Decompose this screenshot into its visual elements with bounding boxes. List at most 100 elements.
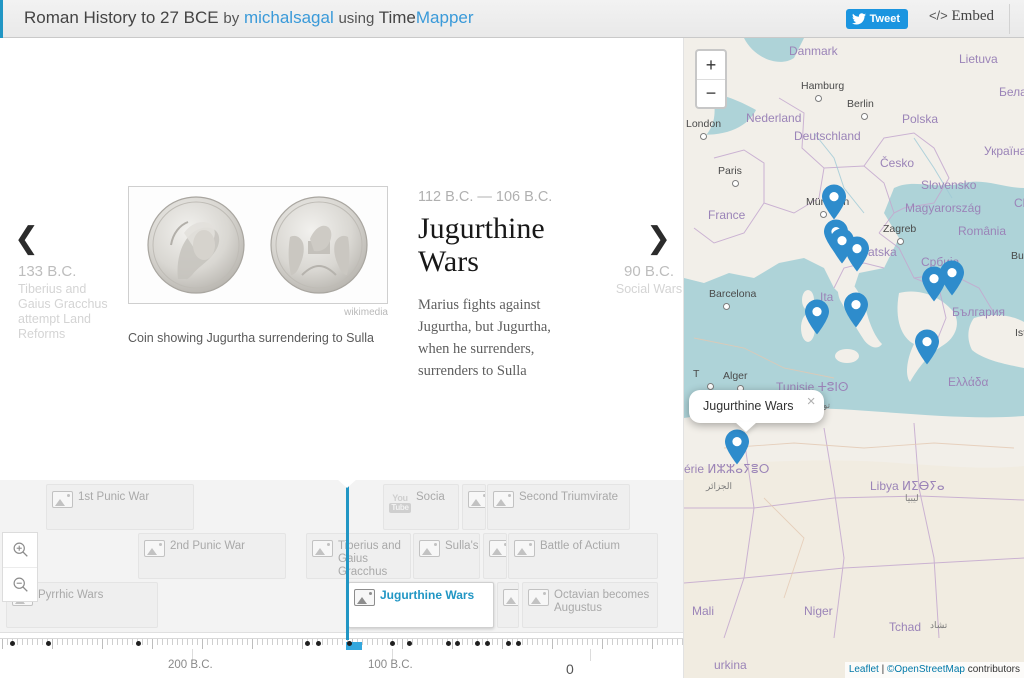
map-marker-pin[interactable] [843,292,869,328]
map-attribution: Leaflet | ©OpenStreetMap contributors [844,662,1024,678]
axis-event-dot[interactable] [516,641,521,646]
timeline-item[interactable]: 2nd Punic War [138,533,286,579]
timeline-item[interactable]: You Tube Socia [383,484,459,530]
map-zoom-in-button[interactable]: + [697,51,725,79]
axis-tick [547,639,548,645]
event-image[interactable] [128,186,388,304]
timeline-item[interactable] [483,533,507,579]
timeline-band: 1st Punic War You Tube Socia Second Triumvir… [0,484,683,532]
openstreetmap-link[interactable]: ©OpenStreetMap [887,664,965,675]
axis-tick [662,639,663,645]
axis-ticks [0,639,683,650]
map-marker-pin[interactable] [939,260,965,296]
axis-tick [412,639,413,645]
brand-time[interactable]: Time [379,8,416,27]
axis-tick [397,639,398,645]
timeline-item[interactable] [497,582,519,628]
roman-coins-graphic [147,196,368,294]
timeline-pane[interactable]: 1st Punic War You Tube Socia Second Triumvir… [0,480,684,678]
axis-event-dot[interactable] [407,641,412,646]
timeline-zoom-out-button[interactable] [3,566,37,602]
timeline-zoom-in-button[interactable] [3,533,37,567]
timeline-bands[interactable]: 1st Punic War You Tube Socia Second Triumvir… [0,480,683,632]
brand-mapper[interactable]: Mapper [416,8,474,27]
axis-tick [367,639,368,645]
map-marker-pin[interactable] [821,184,847,220]
axis-event-dot[interactable] [347,641,352,646]
axis-tick [417,639,418,645]
axis-event-dot[interactable] [305,641,310,646]
page-title: Roman History to 27 BCE by michalsagal u… [24,8,474,28]
using-word: using [338,10,375,27]
map-pin-icon [940,260,964,296]
axis-tick [232,639,233,645]
timeline-item-label: Socia [416,491,445,503]
image-credit[interactable]: wikimedia [128,307,390,318]
axis-tick [117,639,118,645]
axis-event-dot[interactable] [485,641,490,646]
axis-tick [72,639,73,645]
axis-tick [62,639,63,645]
leaflet-link[interactable]: Leaflet [849,664,879,675]
axis-tick [522,639,523,645]
map-pane[interactable]: Danmark Lietuva Бела Hamburg Berlin Polska Lon… [684,38,1024,678]
next-event-meta[interactable]: 90 B.C. Social Wars [612,264,683,297]
axis-event-dot[interactable] [506,641,511,646]
axis-tick [527,639,528,645]
image-placeholder-icon [528,589,549,606]
timeline-item[interactable]: Octavian becomes Augustus [522,582,658,628]
axis-tick [422,639,423,645]
axis-event-dot[interactable] [455,641,460,646]
map-popup[interactable]: Jugurthine Wars × [689,390,824,432]
image-placeholder-icon [493,491,514,508]
timeline-item-selected[interactable]: Jugurthine Wars [348,582,494,628]
axis-tick [207,639,208,645]
image-placeholder-icon [468,491,485,508]
timeline-item[interactable]: Battle of Actium [508,533,658,579]
previous-event-button[interactable]: ❮ [14,224,39,254]
axis-event-dot[interactable] [446,641,451,646]
axis-event-dot[interactable] [390,641,395,646]
axis-tick [112,639,113,645]
axis-tick [292,639,293,645]
app-header: Roman History to 27 BCE by michalsagal u… [0,0,1024,38]
axis-tick [237,639,238,645]
map-marker-pin[interactable] [844,236,870,272]
timeline-zoom-controls[interactable] [2,532,38,602]
axis-tick [627,639,628,645]
map-popup-title: Jugurthine Wars [703,399,794,413]
previous-event-meta[interactable]: 133 B.C. Tiberius and Gaius Gracchus att… [18,264,114,342]
timeline-item[interactable]: Tiberius and Gaius Gracchus attempt Land… [306,533,411,579]
axis-label: 0 [566,661,574,677]
axis-tick [672,639,673,645]
next-event-button[interactable]: ❯ [646,224,671,254]
timeline-item[interactable]: 1st Punic War [46,484,194,530]
map-zoom-out-button[interactable]: − [697,78,725,108]
timeline-item[interactable]: Second Triumvirate [487,484,630,530]
zoom-out-icon [13,577,28,592]
axis-event-dot[interactable] [316,641,321,646]
author-link[interactable]: michalsagal [244,8,334,27]
axis-tick [122,639,123,645]
axis-event-dot[interactable] [46,641,51,646]
tweet-button[interactable]: Tweet [845,9,908,29]
axis-tick [252,639,253,649]
map-popup-close-icon[interactable]: × [807,393,816,410]
timeline-playhead[interactable] [337,480,357,640]
axis-event-dot[interactable] [475,641,480,646]
map-marker-pin[interactable] [804,299,830,335]
axis-event-dot[interactable] [136,641,141,646]
timeline-item[interactable] [462,484,486,530]
map-pin-icon [805,299,829,335]
axis-tick [272,639,273,645]
axis-event-dot[interactable] [10,641,15,646]
youtube-icon: You Tube [389,493,411,513]
timeline-axis[interactable]: 200 B.C. 100 B.C. 0 [0,632,683,678]
map-zoom-controls[interactable]: + − [695,49,727,109]
axis-tick [602,639,603,649]
embed-button[interactable]: </> Embed [929,8,994,25]
map-marker-pin[interactable] [724,429,750,465]
map-marker-pin[interactable] [914,329,940,365]
timeline-item[interactable]: Sulla's [413,533,480,579]
axis-tick [632,639,633,645]
